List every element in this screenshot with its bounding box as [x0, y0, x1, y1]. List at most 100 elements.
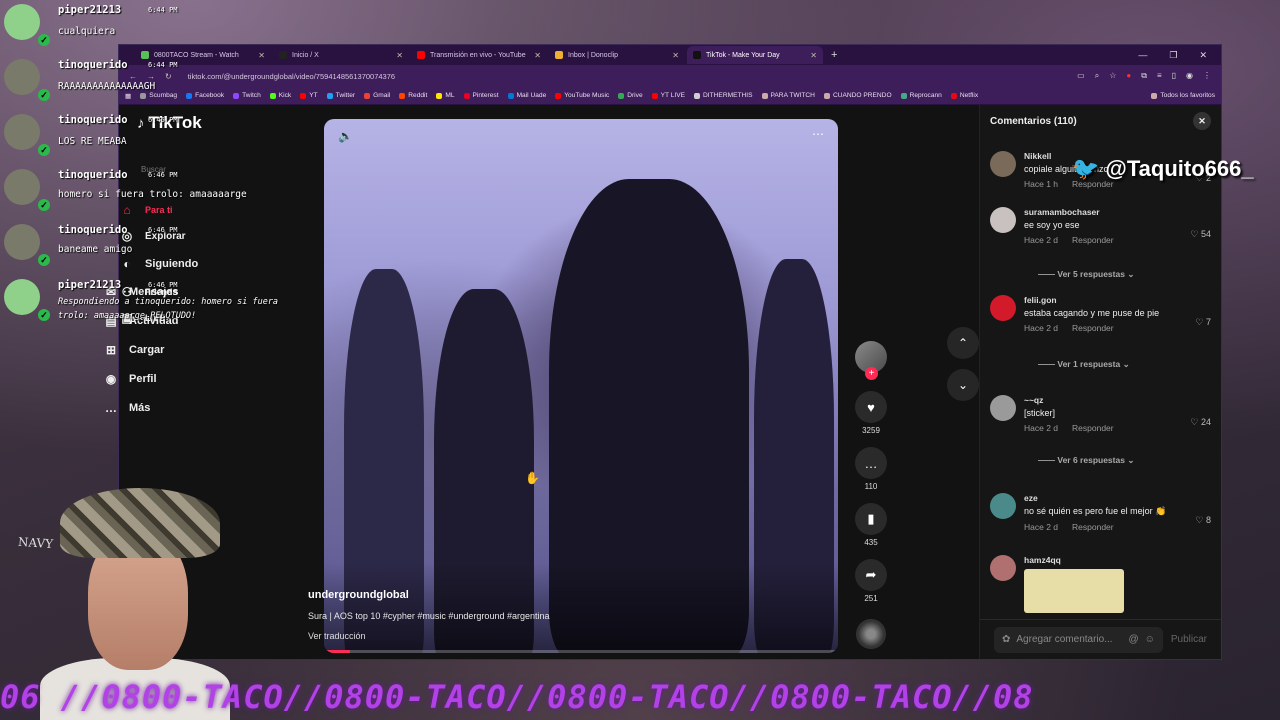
bookmark-item[interactable]: Netflix: [950, 92, 978, 99]
view-replies-button[interactable]: —— Ver 5 respuestas ⌄: [1038, 269, 1134, 280]
avatar[interactable]: [990, 493, 1016, 519]
view-replies-button[interactable]: —— Ver 1 respuesta ⌄: [1038, 359, 1130, 370]
new-tab-icon[interactable]: +: [831, 49, 837, 61]
bookmark-item[interactable]: Twitch: [233, 92, 261, 99]
post-button[interactable]: Publicar: [1171, 634, 1207, 645]
reply-button[interactable]: Responder: [1072, 235, 1114, 245]
bookmark-item[interactable]: Scumbag: [140, 92, 177, 99]
view-replies-button[interactable]: —— Ver 6 respuestas ⌄: [1038, 455, 1134, 466]
nav-item-para-ti[interactable]: ⌂ Para ti: [119, 197, 309, 223]
follow-plus-icon[interactable]: +: [865, 367, 878, 380]
close-icon[interactable]: ✕: [810, 51, 817, 60]
bookmark-icon[interactable]: ▮: [855, 503, 887, 535]
comment-like[interactable]: ♡ 24: [1190, 417, 1211, 428]
volume-icon[interactable]: 🔈: [338, 129, 353, 143]
comment-like[interactable]: ♡ 8: [1195, 515, 1211, 526]
menu-icon[interactable]: ⋮: [1203, 71, 1211, 81]
close-icon[interactable]: ✕: [672, 51, 679, 60]
bookmark-item[interactable]: Mail Uade: [507, 92, 546, 99]
reply-button[interactable]: Responder: [1072, 522, 1114, 532]
reload-icon[interactable]: ↻: [165, 72, 172, 81]
record-icon[interactable]: ●: [1126, 71, 1131, 81]
reply-button[interactable]: Responder: [1072, 323, 1114, 333]
heart-icon[interactable]: ♥: [855, 391, 887, 423]
bookmark-item[interactable]: Gmail: [364, 92, 390, 99]
bookmark-item[interactable]: Kick: [269, 92, 291, 99]
share-action[interactable]: ➦ 251: [855, 559, 887, 603]
comment-user[interactable]: eze: [1024, 493, 1211, 503]
share-icon[interactable]: ➦: [855, 559, 887, 591]
forward-icon[interactable]: →: [147, 72, 155, 81]
nav-item-cargar[interactable]: ⊞ Cargar: [103, 335, 293, 364]
chevron-down-icon[interactable]: ⌄: [947, 369, 979, 401]
comment-user[interactable]: hamz4qq: [1024, 555, 1211, 565]
comment-user[interactable]: ~~qz: [1024, 395, 1211, 405]
video-progress[interactable]: [324, 650, 838, 653]
zoom-icon[interactable]: ⌕: [1095, 71, 1099, 81]
bookmark-item[interactable]: DITHERMETHIS: [694, 92, 753, 99]
video-player[interactable]: 🔈 ⋯: [324, 119, 838, 653]
bookmark-item[interactable]: CUANDO PRENDO: [823, 92, 892, 99]
comment-like[interactable]: ♡ 54: [1190, 229, 1211, 240]
avatar[interactable]: [990, 151, 1016, 177]
tab-tiktok[interactable]: TikTok - Make Your Day ✕: [687, 46, 823, 64]
music-disc-icon[interactable]: [856, 619, 886, 649]
nav-item-mas[interactable]: … Más: [103, 393, 293, 422]
close-window-icon[interactable]: ✕: [1199, 50, 1207, 61]
comment-action[interactable]: … 110: [855, 447, 887, 491]
mention-icon[interactable]: @: [1128, 634, 1138, 645]
tab-youtube[interactable]: Transmisión en vivo - YouTube ✕: [411, 46, 547, 64]
extensions-icon[interactable]: ⧉: [1141, 71, 1147, 81]
avatar[interactable]: [990, 555, 1016, 581]
nav-item-siguiendo[interactable]: ◐ Siguiendo: [119, 249, 309, 279]
bookmark-item[interactable]: Twitter: [326, 92, 355, 99]
comment-body: felii.gon estaba cagando y me puse de pi…: [1024, 295, 1211, 333]
close-icon[interactable]: ✕: [258, 51, 265, 60]
emoji-icon[interactable]: ☺: [1145, 634, 1155, 645]
bookmark-label: Gmail: [373, 92, 391, 99]
tab-donoclip[interactable]: Inbox | Donoclip ✕: [549, 46, 685, 64]
avatar[interactable]: [990, 207, 1016, 233]
chevron-up-icon[interactable]: ⌃: [947, 327, 979, 359]
sticker-icon[interactable]: ✿: [1002, 634, 1010, 645]
comment-user[interactable]: felii.gon: [1024, 295, 1211, 305]
minimize-icon[interactable]: —: [1138, 50, 1147, 61]
url-field[interactable]: tiktok.com/@undergroundglobal/video/7594…: [182, 68, 1067, 84]
like-action[interactable]: ♥ 3259: [855, 391, 887, 435]
nav-item-perfil[interactable]: ◉ Perfil: [103, 364, 293, 393]
media-icon[interactable]: ≡: [1157, 71, 1162, 81]
comment-user[interactable]: suramambochaser: [1024, 207, 1211, 217]
avatar[interactable]: [990, 295, 1016, 321]
creator-avatar[interactable]: +: [855, 341, 887, 380]
reddit-icon: [399, 92, 406, 99]
cast-icon[interactable]: ▭: [1077, 71, 1085, 81]
tab-x[interactable]: Inicio / X ✕: [273, 46, 409, 64]
bookmark-item[interactable]: YT LIVE: [651, 92, 685, 99]
bookmark-item[interactable]: PARA TWITCH: [761, 92, 815, 99]
comment-like[interactable]: ♡ 7: [1195, 317, 1211, 328]
close-icon[interactable]: ✕: [1193, 112, 1211, 130]
close-icon[interactable]: ✕: [396, 51, 403, 60]
star-icon[interactable]: ☆: [1109, 71, 1116, 81]
more-options-icon[interactable]: ⋯: [812, 127, 824, 141]
profile-icon[interactable]: ◉: [1186, 71, 1193, 81]
reply-button[interactable]: Responder: [1072, 423, 1114, 433]
bookmark-item[interactable]: Drive: [618, 92, 643, 99]
close-icon[interactable]: ✕: [534, 51, 541, 60]
sidebar-icon[interactable]: ▯: [1172, 71, 1176, 81]
bookmark-item[interactable]: Reddit: [399, 92, 427, 99]
apps-icon[interactable]: ▦: [125, 92, 131, 100]
bookmark-item[interactable]: Reprocann: [900, 92, 942, 99]
avatar[interactable]: [990, 395, 1016, 421]
bookmark-item[interactable]: Pinterest: [463, 92, 499, 99]
bookmark-item[interactable]: ML: [436, 92, 455, 99]
bookmark-item[interactable]: YouTube Music: [555, 92, 609, 99]
comment-input[interactable]: ✿ Agregar comentario... @ ☺: [994, 626, 1163, 653]
bookmark-item[interactable]: Facebook: [186, 92, 224, 99]
maximize-icon[interactable]: ❐: [1169, 50, 1177, 61]
back-icon[interactable]: ←: [129, 72, 137, 81]
save-action[interactable]: ▮ 435: [855, 503, 887, 547]
comment-icon[interactable]: …: [855, 447, 887, 479]
all-bookmarks[interactable]: Todos los favoritos: [1151, 92, 1215, 99]
bookmark-item[interactable]: YT: [300, 92, 318, 99]
